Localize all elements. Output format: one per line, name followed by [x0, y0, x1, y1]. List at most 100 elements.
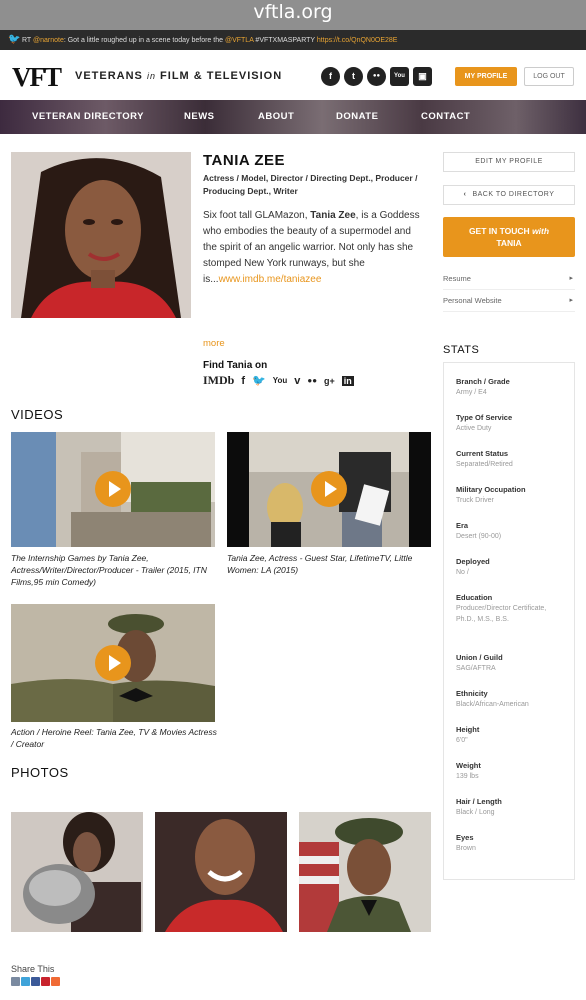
personal-website-label: Personal Website [443, 296, 502, 305]
stat-era: Era Desert (90-00) [456, 520, 565, 556]
stat-ethnicity: Ethnicity Black/African-American [456, 688, 565, 724]
stat-value: Black / Long [456, 809, 495, 816]
facebook-share-icon[interactable] [31, 977, 40, 986]
more-link[interactable]: more [203, 338, 225, 349]
google-plus-icon[interactable]: g+ [324, 376, 335, 386]
play-icon[interactable] [311, 471, 347, 507]
site-name-b: FILM & TELEVISION [155, 70, 283, 82]
stat-label: Ethnicity [456, 689, 488, 698]
stat-label: Height [456, 725, 480, 734]
photo-thumbnail[interactable] [299, 812, 431, 932]
stat-value: 139 lbs [456, 773, 479, 780]
url-bar[interactable]: vftla.org [0, 0, 586, 30]
email-share-icon[interactable] [11, 977, 20, 986]
touch-label-a: GET IN TOUCH [468, 226, 533, 236]
video-thumbnail[interactable] [11, 604, 215, 722]
video-caption: Tania Zee, Actress - Guest Star, Lifetim… [227, 553, 413, 575]
bio-text-a: Six foot tall GLAMazon, [203, 210, 311, 221]
back-to-directory-button[interactable]: ‹ BACK TO DIRECTORY [443, 185, 575, 205]
nav-donate[interactable]: DONATE [336, 100, 378, 134]
site-name-a: VETERANS [75, 70, 147, 82]
stat-value: Brown [456, 845, 476, 852]
profile-photo [11, 152, 191, 318]
logout-button[interactable]: LOG OUT [524, 67, 574, 86]
profile-roles: Actress / Model, Director / Directing De… [203, 173, 418, 196]
chevron-right-icon: ▸ [569, 275, 573, 282]
video-caption: The Internship Games by Tania Zee, Actre… [11, 553, 207, 587]
stat-value: Producer/Director Certificate, Ph.D., M.… [456, 605, 547, 623]
header-social-links: f t ●● You ▣ [321, 67, 432, 86]
ticker-text: : Got a little roughed up in a scene tod… [63, 36, 224, 44]
stat-value: Active Duty [456, 425, 492, 432]
youtube-icon[interactable]: You [390, 67, 409, 86]
linkedin-icon[interactable]: in [341, 375, 354, 386]
instagram-icon[interactable]: ▣ [413, 67, 432, 86]
imdb-icon[interactable]: IMDb [203, 373, 234, 388]
twitter-bird-icon: 🐦 [8, 34, 21, 45]
edit-profile-button[interactable]: EDIT MY PROFILE [443, 152, 575, 172]
resume-link[interactable]: Resume ▸ [443, 270, 575, 290]
flickr-icon[interactable]: ●● [307, 376, 317, 385]
twitter-icon[interactable]: t [344, 67, 363, 86]
chevron-left-icon: ‹ [463, 191, 467, 198]
get-in-touch-button[interactable]: GET IN TOUCH with TANIA [443, 217, 575, 257]
stats-title: STATS [443, 344, 480, 356]
play-icon[interactable] [95, 471, 131, 507]
nav-about[interactable]: ABOUT [258, 100, 294, 134]
stat-status: Current Status Separated/Retired [456, 448, 565, 484]
stat-label: Era [456, 521, 469, 530]
youtube-icon[interactable]: You [273, 376, 288, 385]
stat-value: Separated/Retired [456, 461, 513, 468]
twitter-icon[interactable]: 🐦 [252, 374, 266, 387]
video-thumbnail[interactable] [11, 432, 215, 547]
stat-value: SAG/AFTRA [456, 665, 496, 672]
url-text: vftla.org [253, 1, 333, 23]
stat-branch: Branch / Grade Army / E4 [456, 376, 565, 412]
stat-education: Education Producer/Director Certificate, … [456, 592, 565, 652]
stat-value: Black/African-American [456, 701, 529, 708]
more-share-icon[interactable] [51, 977, 60, 986]
my-profile-button[interactable]: MY PROFILE [455, 67, 517, 86]
photo-thumbnail[interactable] [155, 812, 287, 932]
twitter-share-icon[interactable] [21, 977, 30, 986]
twitter-ticker: 🐦 RT @narnote: Got a little roughed up i… [0, 30, 586, 50]
stat-label: Deployed [456, 557, 490, 566]
video-thumbnail[interactable] [227, 432, 431, 547]
personal-website-link[interactable]: Personal Website ▸ [443, 292, 575, 312]
stat-value: Army / E4 [456, 389, 487, 396]
ticker-handle[interactable]: @narnote [33, 37, 64, 44]
nav-veteran-directory[interactable]: VETERAN DIRECTORY [32, 100, 144, 134]
ticker-link[interactable]: https://t.co/QnQN0OE28E [317, 37, 398, 44]
video-caption: Action / Heroine Reel: Tania Zee, TV & M… [11, 727, 217, 749]
stat-eyes: Eyes Brown [456, 832, 565, 868]
resume-label: Resume [443, 274, 471, 283]
site-name-in: in [146, 71, 156, 81]
main-nav: VETERAN DIRECTORY NEWS ABOUT DONATE CONT… [0, 100, 586, 134]
bio-name: Tania Zee [310, 210, 356, 221]
stat-value: Truck Driver [456, 497, 494, 504]
stat-label: Branch / Grade [456, 377, 510, 386]
profile-name: TANIA ZEE [203, 152, 285, 169]
pinterest-share-icon[interactable] [41, 977, 50, 986]
stat-label: Current Status [456, 449, 509, 458]
flickr-icon[interactable]: ●● [367, 67, 386, 86]
photo-thumbnail[interactable] [11, 812, 143, 932]
site-name[interactable]: VETERANS in FILM & TELEVISION [75, 70, 282, 82]
videos-title: VIDEOS [11, 407, 64, 422]
stat-label: Hair / Length [456, 797, 502, 806]
photos-title: PHOTOS [11, 765, 69, 780]
vimeo-icon[interactable]: v [294, 375, 300, 387]
facebook-icon[interactable]: f [241, 375, 245, 387]
play-icon[interactable] [95, 645, 131, 681]
ticker-tag[interactable]: @VFTLA [225, 37, 254, 44]
find-on-label: Find Tania on [203, 360, 268, 371]
stat-hair: Hair / Length Black / Long [456, 796, 565, 832]
nav-news[interactable]: NEWS [184, 100, 215, 134]
ticker-prefix: RT [21, 36, 32, 44]
vft-logo[interactable]: VFT [12, 62, 62, 93]
imdb-link[interactable]: www.imdb.me/taniazee [219, 274, 322, 285]
facebook-icon[interactable]: f [321, 67, 340, 86]
stat-deployed: Deployed No / [456, 556, 565, 592]
site-header: VFT VETERANS in FILM & TELEVISION f t ●●… [0, 50, 586, 100]
nav-contact[interactable]: CONTACT [421, 100, 470, 134]
